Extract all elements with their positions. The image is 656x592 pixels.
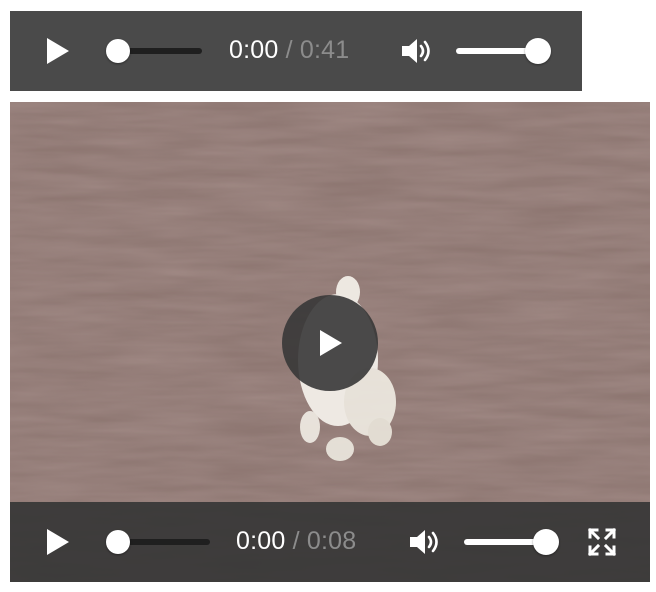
video-controls: 0:00 / 0:08 xyxy=(10,502,650,582)
duration: 0:08 xyxy=(306,527,357,555)
volume-thumb[interactable] xyxy=(533,529,559,555)
time-display: 0:00 / 0:41 xyxy=(229,36,349,65)
time-separator: / xyxy=(285,527,307,555)
fullscreen-icon[interactable] xyxy=(587,527,617,557)
seek-thumb[interactable] xyxy=(106,530,130,554)
time-separator: / xyxy=(278,36,300,64)
volume-thumb[interactable] xyxy=(525,38,551,64)
audio-player-controls: 0:00 / 0:41 xyxy=(10,11,582,91)
duration: 0:41 xyxy=(299,36,350,64)
current-time: 0:00 xyxy=(229,36,279,64)
seek-thumb[interactable] xyxy=(106,39,130,63)
video-player: 0:00 / 0:08 xyxy=(10,102,650,582)
big-play-button[interactable] xyxy=(282,295,378,391)
play-icon[interactable] xyxy=(43,527,73,557)
play-icon[interactable] xyxy=(43,36,73,66)
speaker-volume-icon[interactable] xyxy=(400,36,434,66)
current-time: 0:00 xyxy=(236,527,286,555)
play-icon xyxy=(320,330,342,356)
speaker-volume-icon[interactable] xyxy=(408,527,442,557)
time-display: 0:00 / 0:08 xyxy=(236,527,356,556)
